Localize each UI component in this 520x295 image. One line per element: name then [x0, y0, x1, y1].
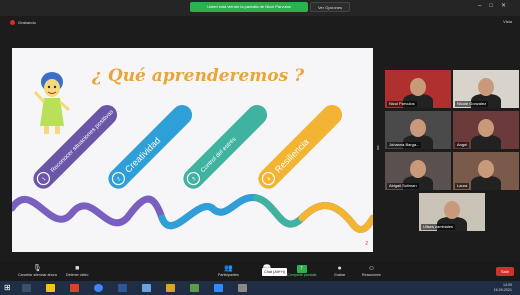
participant-name: Ulises cambiales	[421, 224, 456, 230]
participant-name: Laura	[455, 183, 470, 189]
chrome-icon[interactable]	[94, 284, 103, 292]
microphone-icon: 🎙	[32, 265, 42, 272]
video-camera-icon: ■	[75, 265, 80, 272]
file-explorer-icon[interactable]	[46, 284, 55, 292]
wave-end	[298, 202, 373, 233]
participants-icon: 👥	[224, 265, 233, 272]
slide-item-1: 1Reconocer situaciones positivas	[33, 104, 118, 189]
ribbon-label: Reconocer situaciones positivas	[50, 109, 115, 174]
slide-graphics: 1Reconocer situaciones positivas2Creativ…	[12, 104, 373, 233]
view-button[interactable]: Vista	[503, 19, 512, 24]
app-icon-2[interactable]	[166, 284, 175, 292]
slide-page-number: 2	[365, 241, 368, 247]
participant-face	[444, 201, 460, 219]
participant-face	[410, 78, 426, 96]
slide-item-4: 4Resiliencia	[258, 104, 343, 189]
participant-tile[interactable]: Johanna Barga...	[385, 111, 451, 149]
slide-item-3: 3Control del estrés	[183, 104, 268, 189]
app-icon[interactable]	[142, 284, 151, 292]
shared-screen-slide: ¿ Qué aprenderemos ? 1 Reconocer situacio…	[12, 48, 373, 252]
smiley-icon: ☺	[367, 265, 375, 272]
chat-tooltip: Chat (Alt+H)	[262, 268, 287, 276]
participant-tile[interactable]: Nicol Parvulos	[385, 70, 451, 108]
video-label: Detener video	[66, 273, 89, 277]
window-controls[interactable]: –□✕	[478, 2, 514, 9]
participant-name: Johanna Barga...	[387, 142, 422, 148]
windows-taskbar: ⊞ 14:09 16-09-2021	[0, 281, 520, 295]
share-screen-label: Compartir pantalla	[287, 273, 317, 277]
participant-name: Nicol Parvulos	[387, 101, 417, 107]
mute-label: Cancelar silenciar ahora	[18, 273, 57, 277]
word-icon[interactable]	[118, 284, 127, 292]
title-bar: Usted está viendo la pantalla de Nicol P…	[0, 0, 520, 16]
recording-indicator[interactable]: Grabando	[10, 18, 36, 27]
reactions-button[interactable]: ☺ Reacciones	[362, 265, 381, 277]
zoom-taskbar-icon[interactable]	[214, 284, 223, 292]
participant-tile[interactable]: Nicole Gonzalez	[453, 70, 519, 108]
app-icon-4[interactable]	[238, 284, 247, 292]
windows-start-icon[interactable]: ⊞	[4, 284, 13, 292]
reactions-label: Reacciones	[362, 273, 381, 277]
participant-name: Angel	[455, 142, 470, 148]
record-icon: ●	[337, 265, 342, 272]
leave-meeting-button[interactable]: Salir	[496, 267, 514, 276]
participant-body	[471, 135, 501, 149]
participant-tile[interactable]: Laura	[453, 152, 519, 190]
share-screen-icon: ↑	[296, 265, 307, 273]
participant-name: Nicole Gonzalez	[455, 101, 489, 107]
participant-name: Abigail Soliman	[387, 183, 419, 189]
participant-tile[interactable]: Angel	[453, 111, 519, 149]
record-label: Grabar	[334, 273, 346, 277]
participant-face	[410, 119, 426, 137]
record-button[interactable]: ● Grabar	[334, 265, 345, 277]
clock-date: 16-09-2021	[493, 288, 512, 292]
participant-tile[interactable]: Abigail Soliman	[385, 152, 451, 190]
collapse-gallery-icon[interactable]: ‖	[377, 146, 379, 152]
share-screen-button[interactable]: ↑ Compartir pantalla	[287, 265, 316, 277]
app-icon-3[interactable]	[190, 284, 199, 292]
mute-button[interactable]: 🎙 Cancelar silenciar ahora	[18, 265, 57, 277]
participant-face	[478, 78, 494, 96]
meeting-toolbar: 🎙 Cancelar silenciar ahora ■ Detener vid…	[0, 262, 520, 281]
participant-face	[410, 160, 426, 178]
video-button[interactable]: ■ Detener video	[66, 265, 88, 277]
participants-label: Participantes	[218, 273, 239, 277]
search-taskbar-icon[interactable]	[22, 284, 31, 292]
participant-tile[interactable]: Ulises cambiales	[419, 193, 485, 231]
participant-body	[471, 176, 501, 190]
record-dot-icon	[10, 20, 15, 25]
participants-button[interactable]: 👥 Participantes	[218, 265, 239, 277]
participant-face	[478, 119, 494, 137]
wave-mid	[158, 194, 261, 230]
view-options-button[interactable]: Ver Opciones	[310, 2, 350, 12]
participant-face	[478, 160, 494, 178]
system-clock[interactable]: 14:09 16-09-2021	[494, 283, 512, 293]
share-banner: Usted está viendo la pantalla de Nicol P…	[190, 2, 308, 12]
powerpoint-icon[interactable]	[70, 284, 79, 292]
slide-item-2: 2Creatividad	[108, 104, 193, 189]
zoom-meeting-window: Usted está viendo la pantalla de Nicol P…	[0, 0, 520, 295]
recording-label: Grabando	[18, 20, 36, 25]
